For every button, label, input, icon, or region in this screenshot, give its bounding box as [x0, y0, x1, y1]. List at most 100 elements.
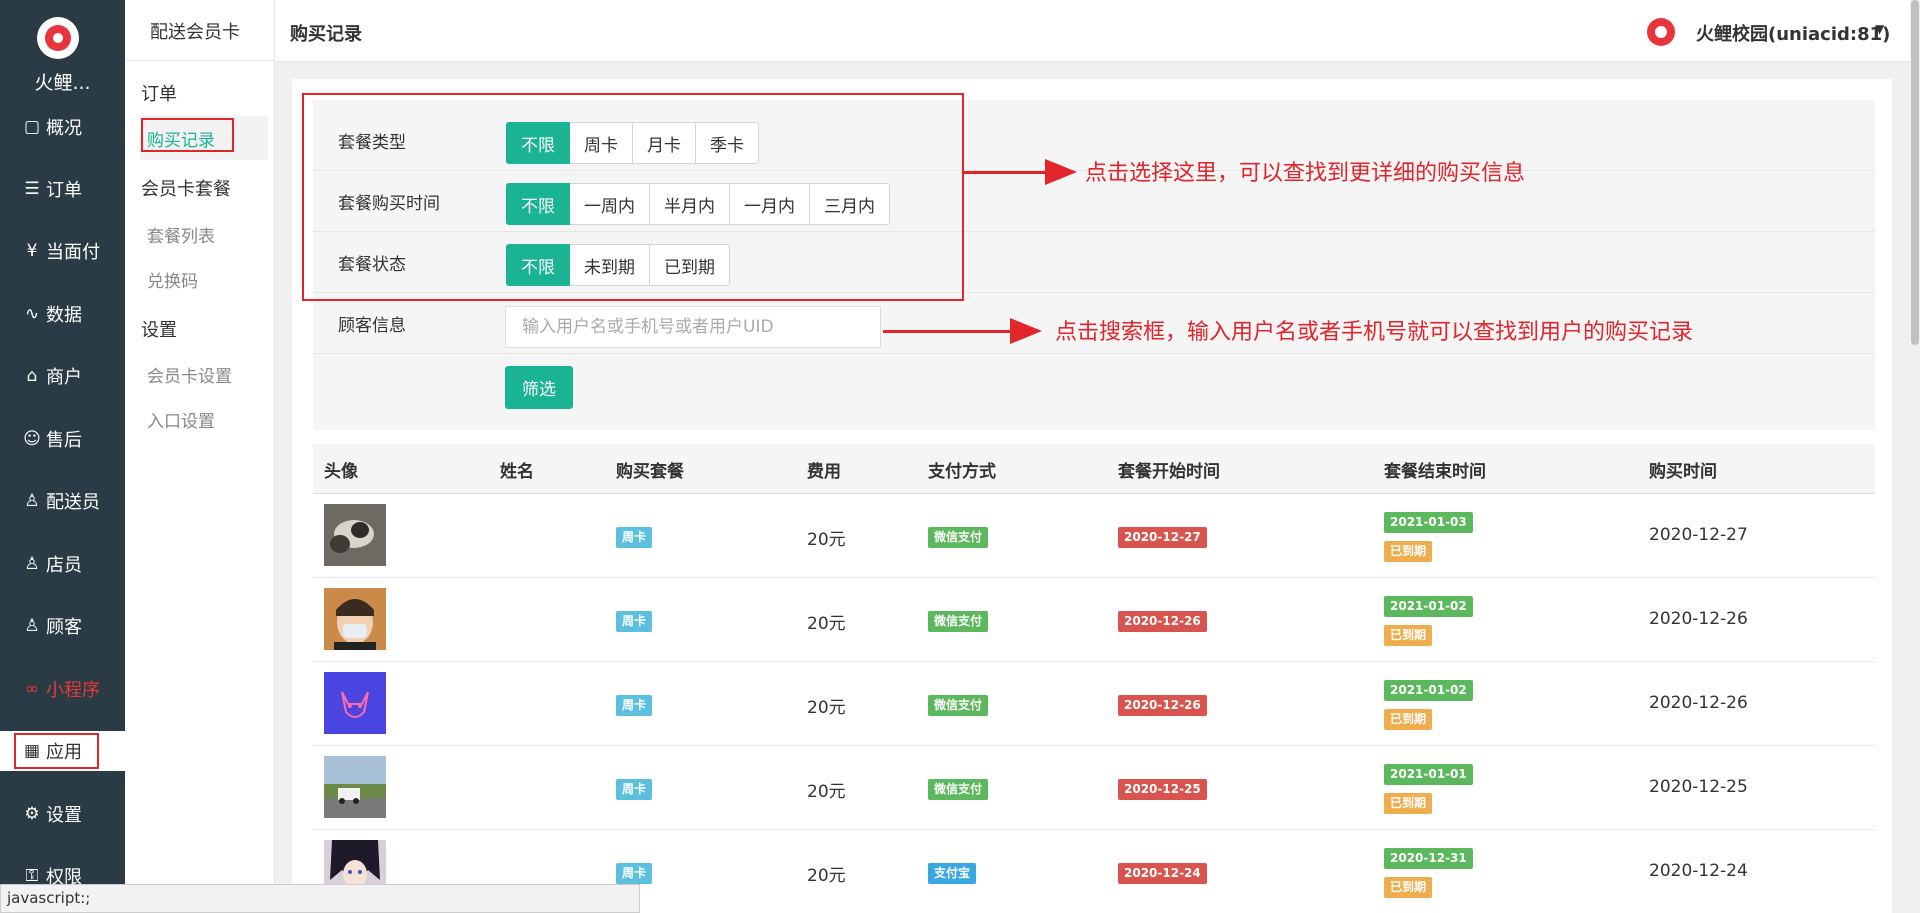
filter-label-customer: 顾客信息: [338, 316, 406, 336]
customer-search-input[interactable]: [505, 306, 881, 348]
sidebar-item-after-sales[interactable]: ☺ 售后: [0, 419, 125, 459]
status-badge: 已到期: [1384, 541, 1433, 562]
sidebar-item-label: 数据: [46, 305, 82, 326]
avatar: [324, 504, 386, 566]
payment-badge: 支付宝: [928, 863, 977, 884]
cell-fee: 20元: [807, 698, 846, 718]
browser-status-bar: javascript:;: [0, 884, 640, 913]
column-header-name: 姓名: [500, 462, 534, 482]
status-badge: 已到期: [1384, 625, 1433, 646]
table-row: 周卡 20元 微信支付 2020-12-26 2021-01-02 已到期 20…: [313, 662, 1875, 746]
annotation-arrow-line: [962, 171, 1007, 174]
subnav-group-packages: 会员卡套餐: [141, 179, 231, 200]
divider: [125, 60, 275, 61]
sidebar-item-mini-program[interactable]: ∞ 小程序: [0, 669, 125, 709]
avatar: [324, 588, 386, 650]
subnav-item-redeem-codes[interactable]: 兑换码: [147, 267, 198, 292]
annotation-arrow-line: [1005, 171, 1047, 174]
highlight-box-filters: [302, 93, 964, 301]
subnav-group-orders: 订单: [141, 84, 177, 105]
annotation-text-search: 点击搜索框，输入用户名或者手机号就可以查找到用户的购买记录: [1055, 320, 1694, 345]
site-name: 火鲤...: [34, 72, 91, 94]
user-icon: ♙: [24, 554, 40, 574]
payment-badge: 微信支付: [928, 527, 989, 548]
table-row: 周卡 20元 微信支付 2020-12-27 2021-01-03 已到期 20…: [313, 494, 1875, 578]
start-date-badge: 2020-12-26: [1118, 611, 1207, 632]
annotation-arrow-head: [1045, 159, 1077, 185]
cell-purchase-time: 2020-12-27: [1649, 525, 1748, 545]
column-header-start-time: 套餐开始时间: [1118, 462, 1220, 482]
cell-purchase-time: 2020-12-26: [1649, 693, 1748, 713]
sidebar-item-face-pay[interactable]: ¥ 当面付: [0, 231, 125, 271]
package-badge: 周卡: [616, 611, 653, 632]
user-icon: ♙: [24, 616, 40, 636]
sidebar-item-label: 配送员: [46, 492, 100, 513]
cell-fee: 20元: [807, 530, 846, 550]
sidebar-item-label: 商户: [46, 367, 82, 388]
end-date-badge: 2021-01-03: [1384, 512, 1473, 533]
sidebar-item-merchants[interactable]: ⌂ 商户: [0, 356, 125, 396]
column-header-end-time: 套餐结束时间: [1384, 462, 1486, 482]
sidebar-item-couriers[interactable]: ♙ 配送员: [0, 481, 125, 521]
user-icon: ♙: [24, 491, 40, 511]
column-header-purchase-time: 购买时间: [1649, 462, 1717, 482]
page-scrollbar-thumb[interactable]: [1911, 0, 1919, 345]
start-date-badge: 2020-12-25: [1118, 779, 1207, 800]
avatar: [324, 672, 386, 734]
start-date-badge: 2020-12-26: [1118, 695, 1207, 716]
lock-icon: ⚿: [25, 866, 39, 886]
subnav-item-entry-settings[interactable]: 入口设置: [147, 407, 215, 432]
avatar: [324, 756, 386, 818]
start-date-badge: 2020-12-24: [1118, 863, 1207, 884]
top-header: 购买记录 火鲤校园(uniacid:81) ▼: [275, 0, 1920, 62]
gear-icon: ⚙: [24, 804, 40, 824]
mini-program-icon: ∞: [24, 679, 40, 699]
list-icon: ☰: [24, 179, 40, 199]
sidebar-item-clerks[interactable]: ♙ 店员: [0, 544, 125, 584]
store-icon: ⌂: [26, 366, 38, 386]
support-icon: ☺: [23, 429, 41, 449]
highlight-box-purchase-records: [141, 118, 234, 152]
column-header-package: 购买套餐: [616, 462, 684, 482]
package-badge: 周卡: [616, 863, 653, 884]
overview-icon: ▢: [23, 117, 41, 137]
chevron-down-icon[interactable]: ▼: [1875, 22, 1884, 36]
sidebar-item-label: 店员: [46, 555, 82, 576]
subnav-item-package-list[interactable]: 套餐列表: [147, 222, 215, 247]
cell-purchase-time: 2020-12-25: [1649, 777, 1748, 797]
account-name[interactable]: 火鲤校园(uniacid:81): [1696, 20, 1890, 46]
account-logo-icon: [1647, 18, 1675, 46]
subnav-group-settings: 设置: [141, 320, 177, 341]
status-badge: 已到期: [1384, 877, 1433, 898]
sidebar-item-data[interactable]: ∿ 数据: [0, 294, 125, 334]
annotation-arrow-line: [883, 330, 1013, 333]
chart-icon: ∿: [24, 304, 40, 324]
subnav-title: 配送会员卡: [150, 22, 240, 43]
sidebar-item-customers[interactable]: ♙ 顾客: [0, 606, 125, 646]
table-row: 周卡 20元 微信支付 2020-12-26 2021-01-02 已到期 20…: [313, 578, 1875, 662]
sidebar-item-label: 概况: [46, 118, 82, 139]
sidebar-item-label: 当面付: [46, 242, 100, 263]
column-header-payment: 支付方式: [928, 462, 996, 482]
yen-icon: ¥: [26, 241, 38, 261]
status-badge: 已到期: [1384, 709, 1433, 730]
sidebar-item-orders[interactable]: ☰ 订单: [0, 169, 125, 209]
package-badge: 周卡: [616, 527, 653, 548]
sidebar-item-overview[interactable]: ▢ 概况: [0, 107, 125, 147]
table-row: 周卡 20元 微信支付 2020-12-25 2021-01-01 已到期 20…: [313, 746, 1875, 830]
end-date-badge: 2021-01-02: [1384, 680, 1473, 701]
cell-purchase-time: 2020-12-26: [1649, 609, 1748, 629]
column-header-avatar: 头像: [324, 462, 358, 482]
payment-badge: 微信支付: [928, 611, 989, 632]
package-badge: 周卡: [616, 779, 653, 800]
filter-submit-button[interactable]: 筛选: [505, 366, 573, 409]
package-badge: 周卡: [616, 695, 653, 716]
status-badge: 已到期: [1384, 793, 1433, 814]
sidebar-item-label: 订单: [46, 180, 82, 201]
sidebar-item-settings[interactable]: ⚙ 设置: [0, 794, 125, 834]
main-sidebar: 火鲤... ▢ 概况 ☰ 订单 ¥ 当面付 ∿ 数据 ⌂ 商户 ☺ 售后 ♙ 配送员 ♙ 店员 …: [0, 0, 125, 913]
subnav-item-card-settings[interactable]: 会员卡设置: [147, 362, 232, 387]
start-date-badge: 2020-12-27: [1118, 527, 1207, 548]
highlight-box-apps: [14, 733, 99, 769]
site-logo[interactable]: [37, 17, 79, 59]
